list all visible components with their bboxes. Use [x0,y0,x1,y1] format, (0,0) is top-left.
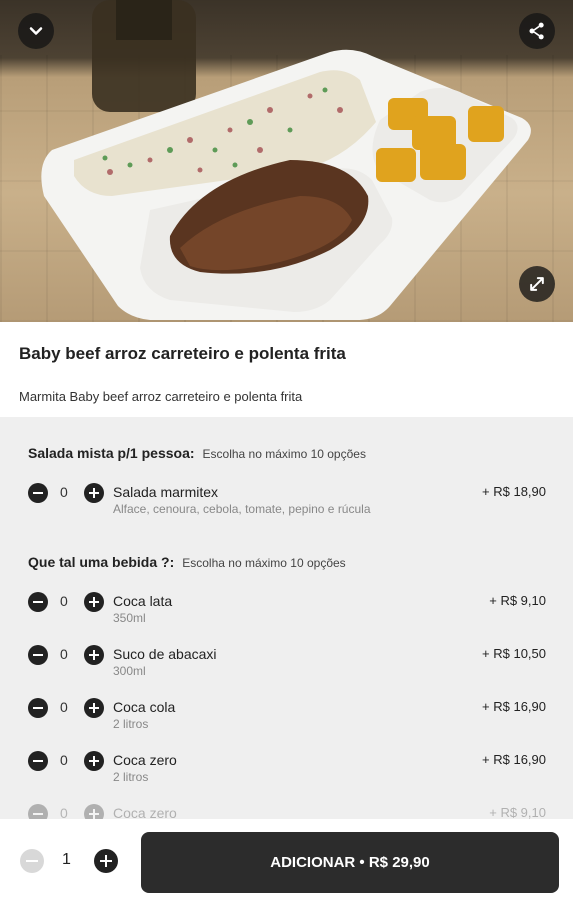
option-row: 0 Coca cola 2 litros + R$ 16,90 [0,698,573,738]
expand-icon [530,277,544,291]
option-price: + R$ 16,90 [482,699,546,714]
expand-image-button[interactable] [519,266,555,302]
option-name: Coca zero [113,805,177,819]
options-panel[interactable]: Salada mista p/1 pessoa: Escolha no máxi… [0,417,573,819]
option-quantity: 0 [60,646,68,662]
decrease-button[interactable] [28,483,48,503]
increase-quantity-button[interactable] [94,849,118,873]
share-icon [529,22,544,40]
group-header-drinks: Que tal uma bebida ?: Escolha no máximo … [28,554,346,570]
option-price: + R$ 10,50 [482,646,546,661]
option-price: + R$ 18,90 [482,484,546,499]
option-quantity: 0 [60,805,68,819]
increase-button[interactable] [84,483,104,503]
option-price: + R$ 9,10 [489,805,546,819]
option-name: Salada marmitex [113,484,219,500]
option-name: Coca cola [113,699,176,715]
option-row: 0 Coca zero 2 litros + R$ 16,90 [0,751,573,791]
increase-button[interactable] [84,804,104,819]
quantity-value: 1 [62,851,71,868]
decrease-button[interactable] [28,751,48,771]
decrease-quantity-button[interactable] [20,849,44,873]
group-hint: Escolha no máximo 10 opções [182,556,346,570]
option-name: Coca lata [113,593,173,609]
food-illustration [41,0,531,320]
increase-button[interactable] [84,645,104,665]
increase-button[interactable] [84,592,104,612]
option-subtitle: 2 litros [113,770,149,784]
option-quantity: 0 [60,484,68,500]
option-row: 0 Salada marmitex Alface, cenoura, cebol… [0,483,573,523]
option-subtitle: 350ml [113,611,146,625]
group-header-salad: Salada mista p/1 pessoa: Escolha no máxi… [28,445,366,461]
increase-button[interactable] [84,698,104,718]
share-button[interactable] [519,13,555,49]
decrease-button[interactable] [28,592,48,612]
option-subtitle: Alface, cenoura, cebola, tomate, pepino … [113,502,371,516]
bottom-bar: 1 ADICIONAR • R$ 29,90 [0,819,573,900]
product-description: Marmita Baby beef arroz carreteiro e pol… [19,389,303,404]
option-row: 0 Coca zero + R$ 9,10 [0,804,573,819]
group-hint: Escolha no máximo 10 opções [202,447,366,461]
add-to-cart-button[interactable]: ADICIONAR • R$ 29,90 [141,832,559,893]
option-name: Coca zero [113,752,177,768]
increase-button[interactable] [84,751,104,771]
collapse-button[interactable] [18,13,54,49]
decrease-button[interactable] [28,698,48,718]
option-quantity: 0 [60,699,68,715]
product-title: Baby beef arroz carreteiro e polenta fri… [19,344,346,363]
product-image [0,0,573,322]
decrease-button[interactable] [28,804,48,819]
option-row: 0 Suco de abacaxi 300ml + R$ 10,50 [0,645,573,685]
option-quantity: 0 [60,593,68,609]
group-title: Que tal uma bebida ?: [28,554,175,570]
group-title: Salada mista p/1 pessoa: [28,445,195,461]
option-price: + R$ 16,90 [482,752,546,767]
option-quantity: 0 [60,752,68,768]
option-price: + R$ 9,10 [489,593,546,608]
option-subtitle: 300ml [113,664,146,678]
chevron-down-icon [29,27,43,35]
option-name: Suco de abacaxi [113,646,217,662]
decrease-button[interactable] [28,645,48,665]
option-subtitle: 2 litros [113,717,149,731]
option-row: 0 Coca lata 350ml + R$ 9,10 [0,592,573,632]
